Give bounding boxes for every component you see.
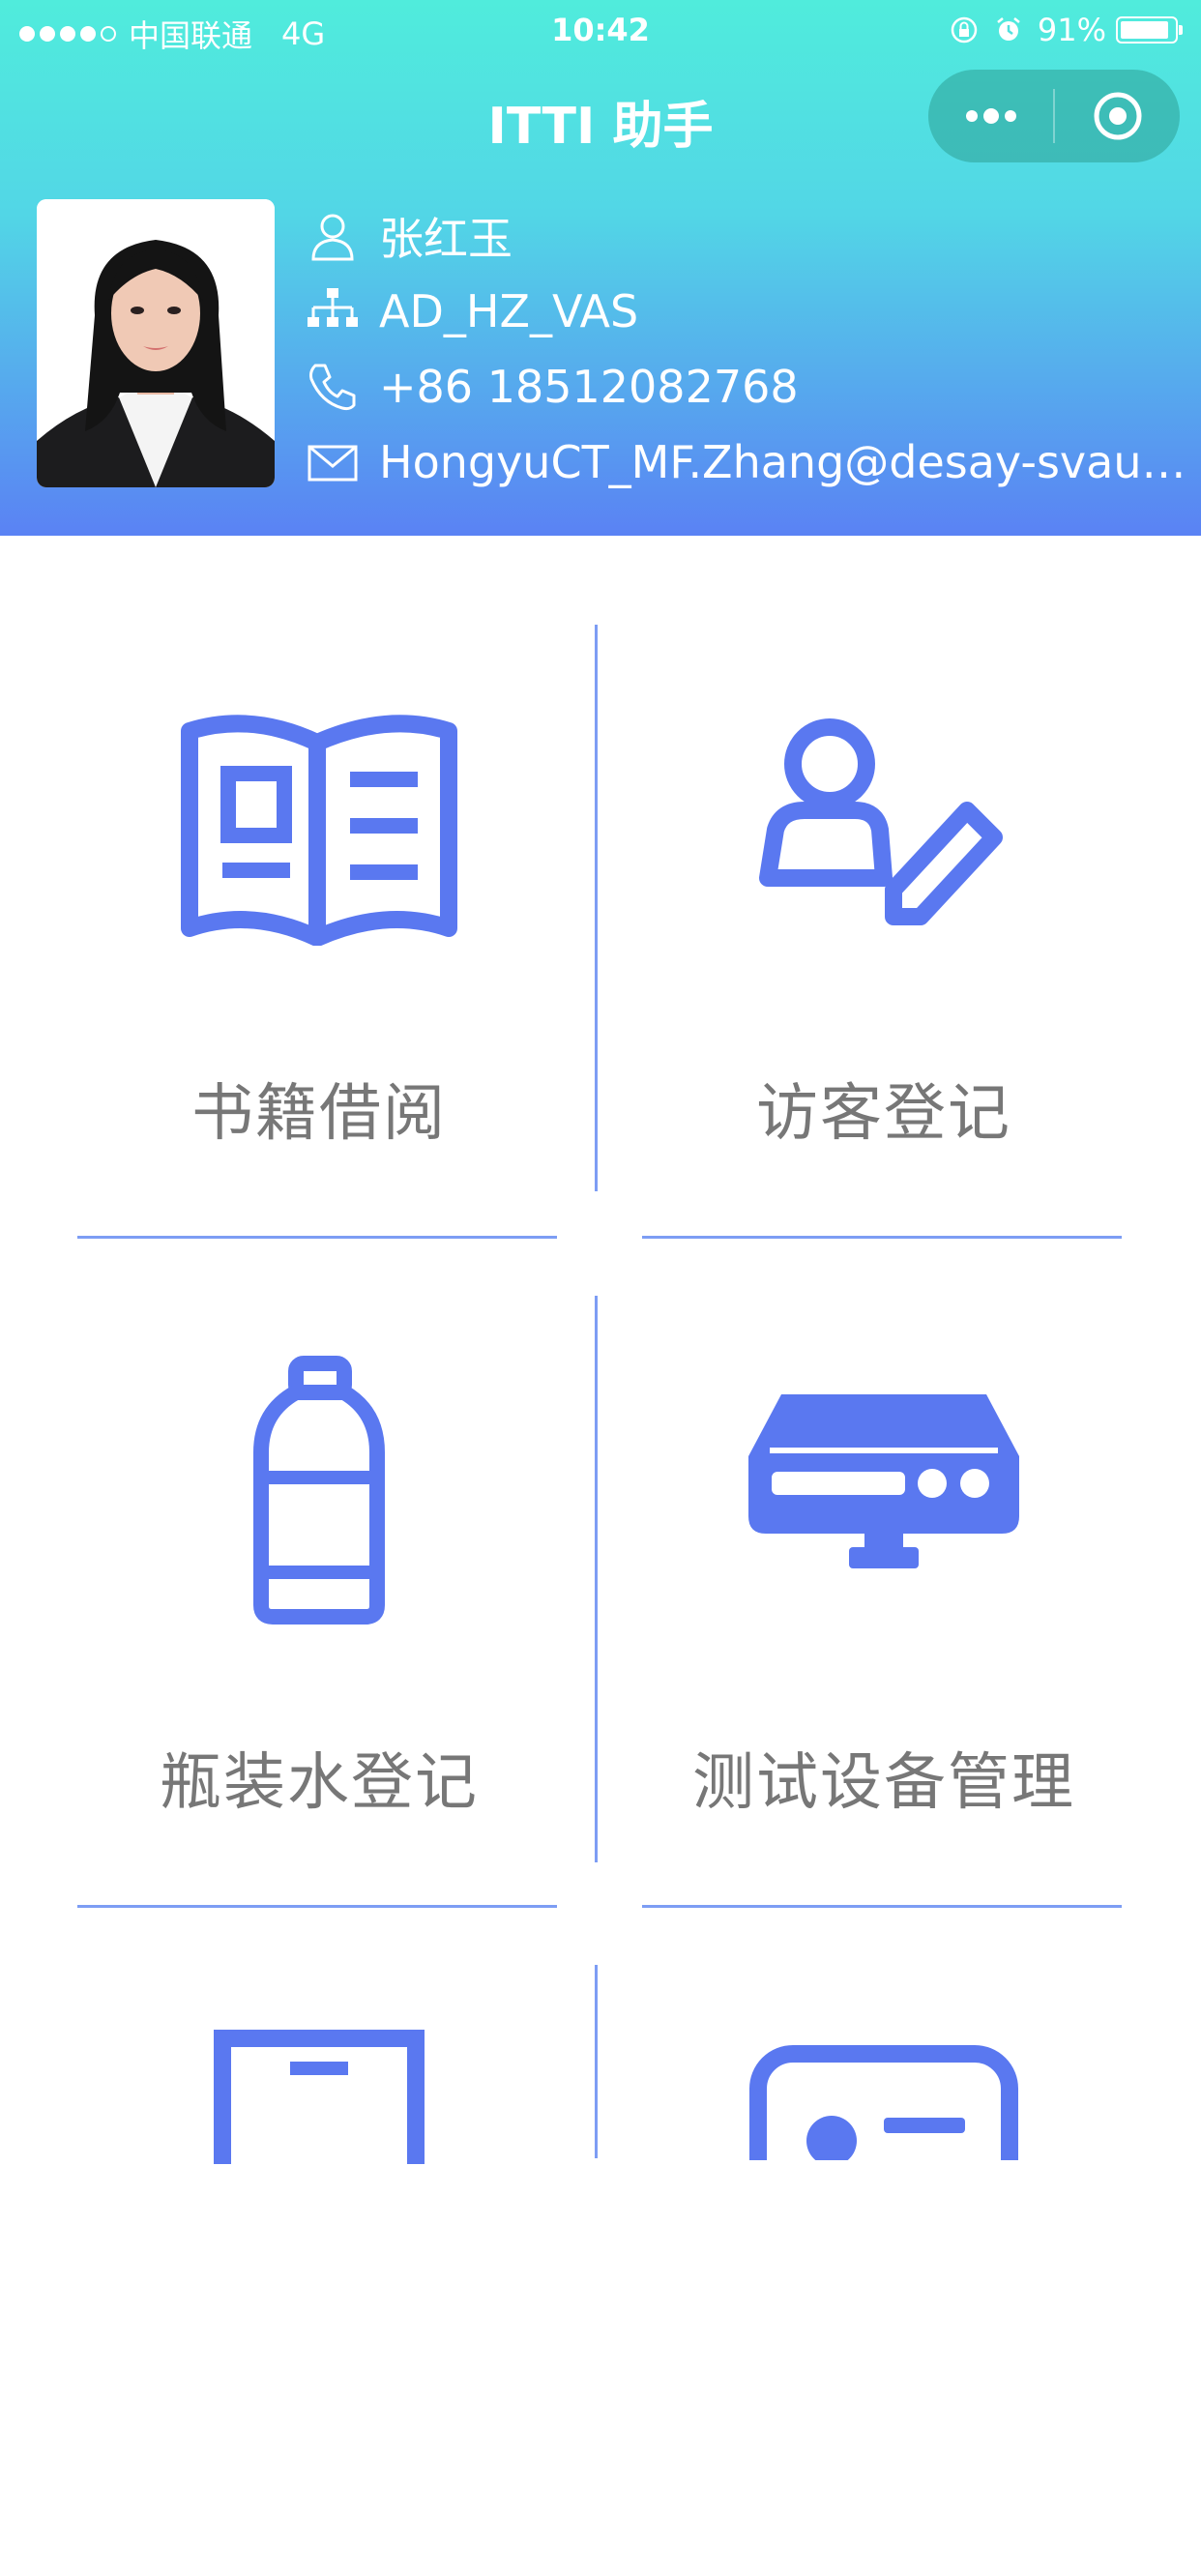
user-icon [306, 209, 360, 263]
menu-tile-label: 访客登记 [756, 1078, 1011, 1150]
avatar-photo [37, 199, 275, 487]
menu-tile-id-card[interactable] [594, 1957, 1174, 2576]
mail-icon [306, 435, 360, 489]
water-bottle-icon [29, 1356, 609, 1626]
menu-tile-book-borrow[interactable]: 书籍借阅 [29, 619, 609, 1238]
rotation-lock-icon [951, 16, 978, 44]
more-dots-icon [965, 108, 1016, 124]
profile-email[interactable]: HongyuCT_MF.Zhang@desay-svaut… [379, 436, 1191, 488]
close-button[interactable] [1055, 70, 1180, 162]
alarm-icon [997, 17, 1020, 41]
profile-phone[interactable]: +86 18512082768 [379, 361, 799, 413]
status-right: 91% [949, 12, 1183, 48]
id-card-icon [594, 2044, 1174, 2160]
menu-tile-test-device[interactable]: 测试设备管理 [594, 1288, 1174, 1907]
menu-tile-bottled-water[interactable]: 瓶装水登记 [29, 1288, 609, 1907]
cabinet-icon [29, 2029, 609, 2164]
visitor-edit-icon [594, 714, 1174, 926]
avatar[interactable] [37, 199, 275, 487]
menu-tile-label: 测试设备管理 [692, 1747, 1075, 1819]
org-chart-icon [306, 284, 360, 338]
profile-email-row: HongyuCT_MF.Zhang@desay-svaut… [306, 433, 1191, 491]
battery-percent: 91% [1037, 12, 1106, 48]
status-bar: 中国联通 4G 10:42 91% [0, 0, 1201, 60]
book-icon [29, 714, 609, 946]
mini-program-capsule [928, 70, 1180, 162]
menu-tile-label: 书籍借阅 [191, 1078, 447, 1150]
battery-icon [1116, 16, 1183, 44]
more-button[interactable] [928, 70, 1053, 162]
menu-tile-cabinet[interactable] [29, 1957, 609, 2576]
menu-tile-label: 瓶装水登记 [160, 1747, 479, 1819]
phone-icon [306, 360, 360, 414]
profile-name-row: 张红玉 [306, 207, 513, 265]
target-circle-icon [1094, 92, 1141, 140]
test-device-icon [594, 1383, 1174, 1576]
profile-card: 张红玉 AD_HZ_VAS +86 18512082768 HongyuCT_M… [37, 199, 1191, 489]
profile-phone-row: +86 18512082768 [306, 358, 799, 416]
header: 中国联通 4G 10:42 91% ITTI 助手 张红玉 AD_HZ_VAS … [0, 0, 1201, 536]
profile-department: AD_HZ_VAS [379, 285, 639, 337]
profile-department-row: AD_HZ_VAS [306, 282, 638, 340]
profile-name: 张红玉 [379, 213, 513, 265]
battery-level [1121, 21, 1169, 39]
menu-tile-visitor[interactable]: 访客登记 [594, 619, 1174, 1238]
